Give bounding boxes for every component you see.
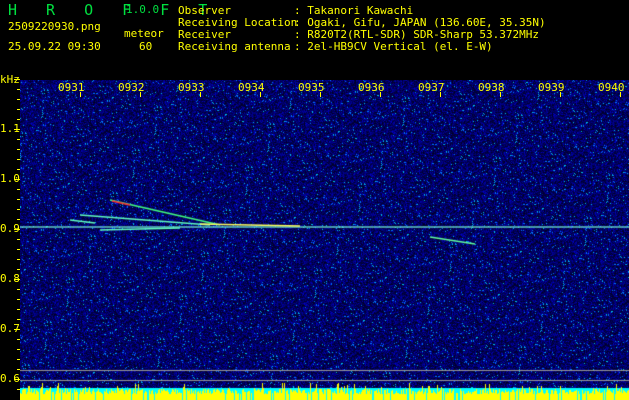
y-tick-mark <box>17 89 20 90</box>
y-tick-mark <box>17 289 20 290</box>
y-tick-mark <box>17 349 20 350</box>
y-tick-mark <box>17 159 20 160</box>
y-tick-mark <box>14 279 20 280</box>
date-time: 25.09.22 09:30 <box>8 40 101 53</box>
y-tick-mark <box>17 359 20 360</box>
meteor-label: meteor <box>124 27 164 40</box>
y-tick-mark <box>17 249 20 250</box>
antenna-label: Receiving antenna <box>178 40 291 53</box>
y-tick-mark <box>14 129 20 130</box>
y-tick-mark <box>17 319 20 320</box>
y-tick-mark <box>17 199 20 200</box>
x-tick-mark <box>620 92 621 97</box>
x-tick-mark <box>380 92 381 97</box>
y-tick-mark <box>17 189 20 190</box>
x-tick-mark <box>320 92 321 97</box>
receiver-label: Receiver <box>178 28 231 41</box>
y-tick-mark <box>17 299 20 300</box>
x-tick-mark <box>500 92 501 97</box>
y-tick-mark <box>17 119 20 120</box>
x-tick-mark <box>440 92 441 97</box>
x-tick-mark <box>200 92 201 97</box>
y-tick-mark <box>17 339 20 340</box>
file-name: 2509220930.png <box>8 20 101 33</box>
meteor-count: 60 <box>139 40 153 53</box>
y-tick-mark <box>17 99 20 100</box>
x-tick-mark <box>140 92 141 97</box>
y-tick-mark <box>17 239 20 240</box>
y-tick-mark <box>17 259 20 260</box>
y-tick-mark <box>17 209 20 210</box>
y-tick-mark <box>17 369 20 370</box>
y-tick-mark <box>17 149 20 150</box>
y-tick-mark <box>14 79 20 80</box>
y-tick-mark <box>14 329 20 330</box>
y-tick-mark <box>17 139 20 140</box>
y-tick-mark <box>17 389 20 390</box>
location-label: Receiving Location <box>178 16 298 29</box>
x-tick-mark <box>80 92 81 97</box>
y-tick-mark <box>14 229 20 230</box>
antenna-value: 2el-HB9CV Vertical (el. E-W) <box>307 40 493 53</box>
y-tick-mark <box>17 219 20 220</box>
observer-label: Observer <box>178 4 231 17</box>
x-tick-mark <box>260 92 261 97</box>
y-tick-mark <box>17 109 20 110</box>
y-tick-mark <box>17 269 20 270</box>
app-version: 1.0.0 <box>126 3 160 16</box>
y-tick-mark <box>17 169 20 170</box>
y-tick-mark <box>17 309 20 310</box>
x-tick-mark <box>560 92 561 97</box>
y-tick-mark <box>14 379 20 380</box>
spectrogram <box>20 80 629 400</box>
y-tick-mark <box>14 179 20 180</box>
